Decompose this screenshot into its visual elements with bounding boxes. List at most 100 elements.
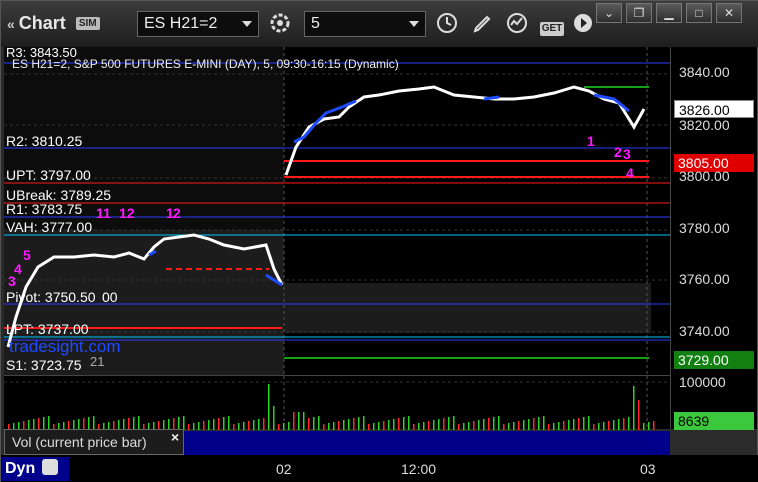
volume-bar — [333, 422, 335, 430]
clock-icon[interactable] — [433, 11, 461, 39]
chevron-down-icon[interactable] — [242, 21, 252, 27]
volume-bar — [48, 416, 50, 430]
indicator-icon[interactable] — [503, 11, 531, 39]
level-label-pivot: Pivot: 3750.50 — [6, 289, 96, 305]
price-tick: 3780.00 — [679, 220, 730, 236]
volume-bar — [548, 424, 550, 430]
volume-bar — [508, 423, 510, 430]
overlap-fragment: 21 — [90, 354, 105, 369]
chevron-down-icon[interactable]: ⌄ — [596, 3, 622, 23]
play-icon[interactable] — [569, 11, 597, 39]
time-tick: 12:00 — [401, 461, 437, 477]
volume-bar — [273, 406, 275, 430]
volume-bar — [393, 419, 395, 430]
volume-bar — [568, 420, 570, 430]
volume-bar — [638, 400, 640, 430]
restore-icon[interactable]: ❐ — [626, 3, 652, 23]
volume-bar — [468, 422, 470, 430]
volume-bar — [423, 422, 425, 430]
time-axis[interactable]: 02 12:00 03 — [1, 455, 758, 482]
volume-bar — [248, 421, 250, 430]
volume-pane[interactable] — [4, 375, 670, 430]
volume-bar — [303, 412, 305, 430]
volume-bar — [363, 416, 365, 430]
volume-bar — [418, 423, 420, 430]
volume-bar — [518, 421, 520, 430]
status-bar — [184, 431, 670, 455]
volume-bar — [288, 422, 290, 430]
volume-bar — [653, 421, 655, 430]
volume-bar — [523, 420, 525, 430]
count-label: 4 — [626, 165, 634, 181]
price-chart[interactable]: ES H21=2, S&P 500 FUTURES E-MINI (DAY), … — [4, 47, 670, 375]
count-label: 2 — [173, 205, 181, 221]
current-price-marker: 3826.00 — [674, 100, 754, 118]
volume-bar — [528, 419, 530, 430]
level-label-s1: S1: 3723.75 — [6, 357, 82, 373]
minimize-icon[interactable]: ▁ — [656, 3, 682, 23]
volume-bar — [583, 417, 585, 430]
count-label: 5 — [23, 247, 31, 263]
volume-bar — [648, 422, 650, 430]
count-label: 2 — [614, 144, 622, 160]
volume-bar — [293, 412, 295, 430]
price-series — [483, 95, 500, 101]
volume-bar — [608, 421, 610, 430]
count-label: 1 — [587, 133, 595, 149]
volume-tick: 100000 — [679, 374, 726, 390]
get-data-icon[interactable]: GET — [537, 11, 567, 39]
volume-bar — [628, 417, 630, 430]
volume-bar — [313, 417, 315, 430]
volume-bar — [438, 419, 440, 430]
volume-bar — [358, 417, 360, 430]
expand-icon[interactable]: « — [7, 16, 15, 32]
settings-gear-icon[interactable] — [266, 11, 294, 39]
volume-bar — [538, 417, 540, 430]
lock-icon[interactable] — [41, 459, 58, 475]
get-badge: GET — [539, 22, 565, 36]
count-label: 11 — [96, 205, 111, 221]
volume-bar — [428, 421, 430, 430]
level-label-r1: R1: 3783.75 — [6, 201, 83, 217]
volume-bar — [618, 419, 620, 430]
chart-window: « Chart SIM ES H21=2 5 GET ⌄ ❐ ▁ □ ✕ ES … — [0, 0, 758, 482]
volume-bar — [183, 416, 185, 430]
volume-bar — [578, 418, 580, 430]
volume-label-text: Vol (current price bar) — [12, 434, 147, 450]
price-tick: 3800.00 — [679, 168, 730, 184]
count-label: 3 — [623, 146, 631, 162]
chevron-down-icon[interactable] — [409, 21, 419, 27]
close-icon[interactable]: × — [171, 429, 179, 445]
volume-bar — [473, 421, 475, 430]
volume-bar — [453, 416, 455, 430]
interval-combobox[interactable]: 5 — [304, 11, 426, 37]
volume-bar — [263, 418, 265, 430]
price-axis[interactable]: 3840.00 3826.00 3820.00 3805.00 3800.00 … — [670, 47, 757, 375]
toolbar: « Chart SIM ES H21=2 5 GET ⌄ ❐ ▁ □ ✕ — [1, 1, 758, 47]
volume-bar — [253, 420, 255, 430]
level-label-r3: R3: 3843.50 — [6, 47, 77, 60]
green-level-marker: 3729.00 — [674, 351, 754, 369]
volume-bar — [373, 423, 375, 430]
maximize-icon[interactable]: □ — [686, 3, 712, 23]
volume-bar — [223, 417, 225, 430]
volume-bar — [613, 420, 615, 430]
volume-bar — [318, 416, 320, 430]
volume-bar — [433, 420, 435, 430]
time-tick: 02 — [276, 461, 292, 477]
volume-bar — [493, 417, 495, 430]
pencil-draw-icon[interactable] — [469, 11, 497, 39]
volume-bar — [463, 423, 465, 430]
volume-bar — [513, 422, 515, 430]
volume-canvas — [4, 376, 670, 430]
price-series — [593, 93, 630, 113]
volume-bar — [603, 422, 605, 430]
dyn-label: Dyn — [5, 460, 36, 477]
volume-panel-label[interactable]: Vol (current price bar) — [4, 429, 184, 455]
symbol-combobox[interactable]: ES H21=2 — [137, 11, 259, 37]
volume-bar — [198, 422, 200, 430]
overlap-fragment: 00 — [102, 289, 118, 305]
close-icon[interactable]: ✕ — [716, 3, 742, 23]
dynamic-toggle[interactable]: Dyn — [1, 457, 69, 481]
volume-bar — [193, 423, 195, 430]
